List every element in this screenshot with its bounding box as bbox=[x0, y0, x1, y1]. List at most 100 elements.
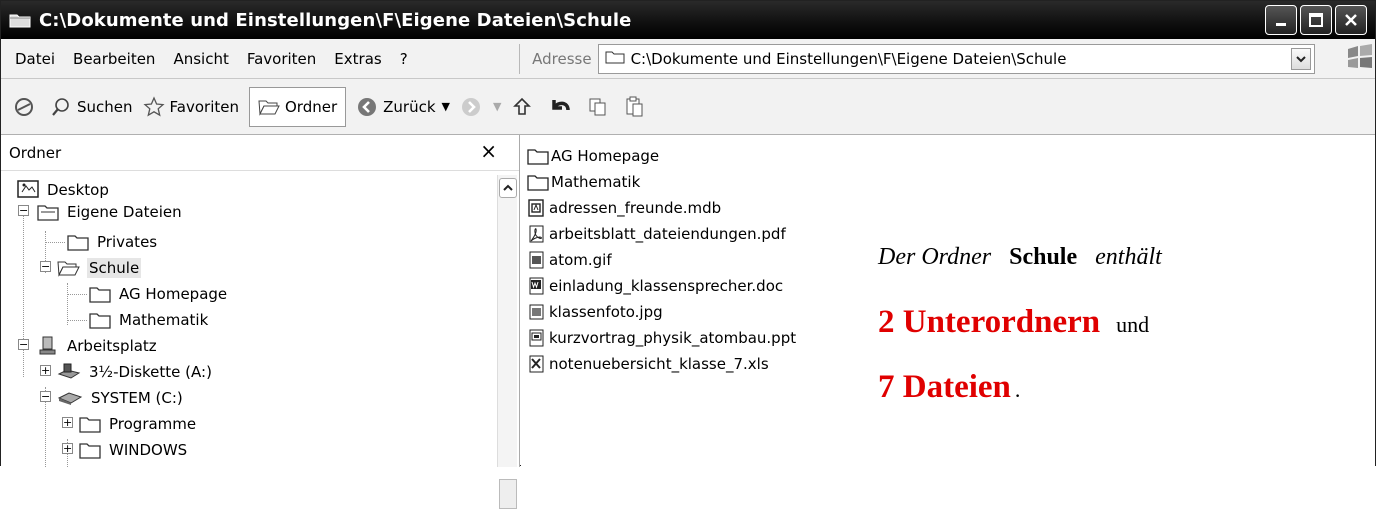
menu-ansicht[interactable]: Ansicht bbox=[164, 50, 237, 68]
tree-item-arbeitsplatz[interactable]: Arbeitsplatz bbox=[37, 333, 159, 359]
file-item[interactable]: notenuebersicht_klasse_7.xls bbox=[527, 351, 769, 377]
folder-pane-scrollbar[interactable] bbox=[497, 175, 517, 509]
tree-line bbox=[67, 283, 68, 325]
drive-icon bbox=[57, 390, 83, 406]
favorites-label: Favoriten bbox=[169, 97, 239, 116]
file-item[interactable]: adressen_freunde.mdb bbox=[527, 195, 721, 221]
annotation-file-count: 7 Dateien bbox=[878, 369, 1011, 405]
file-item[interactable]: AG Homepage bbox=[527, 143, 659, 169]
forward-button[interactable]: ▼ bbox=[460, 96, 501, 118]
windows-logo-icon bbox=[1345, 43, 1375, 74]
close-button[interactable] bbox=[1335, 5, 1367, 35]
tree-item-privates[interactable]: Privates bbox=[67, 229, 159, 255]
folder-icon bbox=[605, 49, 625, 69]
tree-item-system-drive[interactable]: SYSTEM (C:) bbox=[57, 385, 185, 411]
annotation-line-3: 7 Dateien . bbox=[878, 369, 1020, 406]
scroll-thumb[interactable] bbox=[499, 479, 517, 509]
collapse-toggle[interactable]: − bbox=[18, 339, 29, 350]
file-name: atom.gif bbox=[549, 251, 612, 269]
folders-button[interactable]: Ordner bbox=[248, 86, 347, 127]
tree-item-mathematik[interactable]: Mathematik bbox=[89, 307, 210, 333]
tree-line bbox=[45, 242, 65, 243]
annotation-text: Der Ordner bbox=[878, 244, 992, 270]
annotation-folder-name: Schule bbox=[1009, 244, 1078, 270]
tree-item-ag-homepage[interactable]: AG Homepage bbox=[89, 281, 229, 307]
file-list: AG Homepage Mathematik adressen_freunde.… bbox=[521, 135, 1375, 467]
tree-item-windows[interactable]: WINDOWS bbox=[79, 437, 189, 463]
globe-icon bbox=[15, 97, 33, 116]
tree-item-schule[interactable]: Schule bbox=[57, 255, 142, 281]
tree-item-label: SYSTEM (C:) bbox=[91, 389, 183, 407]
menu-extras[interactable]: Extras bbox=[325, 50, 390, 68]
file-item[interactable]: arbeitsblatt_dateiendungen.pdf bbox=[527, 221, 786, 247]
address-dropdown-button[interactable] bbox=[1291, 47, 1311, 70]
file-name: klassenfoto.jpg bbox=[549, 303, 663, 321]
folder-tree: Desktop − Eigene Dateien Privates − Schu… bbox=[1, 175, 496, 467]
back-button[interactable]: Zurück ▼ bbox=[356, 96, 450, 118]
file-item[interactable]: Mathematik bbox=[527, 169, 640, 195]
file-item[interactable]: klassenfoto.jpg bbox=[527, 299, 663, 325]
annotation-line-2: 2 Unterordnern und bbox=[878, 304, 1149, 341]
address-label: Adresse bbox=[532, 49, 592, 68]
chevron-up-icon bbox=[503, 184, 513, 191]
tree-item-eigene-dateien[interactable]: Eigene Dateien bbox=[37, 199, 184, 225]
powerpoint-file-icon bbox=[527, 328, 547, 348]
address-field[interactable]: C:\Dokumente und Einstellungen\F\Eigene … bbox=[597, 43, 1315, 74]
expand-toggle[interactable]: + bbox=[62, 443, 73, 454]
minimize-button[interactable] bbox=[1265, 5, 1297, 35]
tree-item-programme[interactable]: Programme bbox=[79, 411, 198, 437]
file-name: notenuebersicht_klasse_7.xls bbox=[549, 355, 769, 373]
folder-icon bbox=[79, 441, 101, 459]
forward-dropdown-icon[interactable]: ▼ bbox=[493, 100, 501, 113]
address-value: C:\Dokumente und Einstellungen\F\Eigene … bbox=[630, 49, 1067, 68]
tree-item-label: AG Homepage bbox=[119, 285, 228, 303]
folder-icon bbox=[527, 147, 549, 165]
tree-item-floppy[interactable]: 3½-Diskette (A:) bbox=[57, 359, 214, 385]
paste-button[interactable] bbox=[624, 96, 651, 118]
search-icon bbox=[52, 97, 69, 116]
folders-label: Ordner bbox=[284, 97, 338, 116]
collapse-toggle[interactable]: − bbox=[40, 391, 51, 402]
copy-button[interactable] bbox=[587, 96, 614, 118]
expand-toggle[interactable]: + bbox=[62, 417, 73, 428]
window-controls bbox=[1265, 5, 1367, 35]
folder-icon bbox=[67, 233, 89, 251]
menu-help[interactable]: ? bbox=[391, 50, 417, 68]
file-item[interactable]: kurzvortrag_physik_atombau.ppt bbox=[527, 325, 796, 351]
menu-bearbeiten[interactable]: Bearbeiten bbox=[64, 50, 164, 68]
toolbar-icon-button[interactable] bbox=[13, 96, 40, 118]
file-name: Mathematik bbox=[551, 173, 641, 191]
folder-pane-title: Ordner bbox=[9, 143, 62, 162]
window-title: C:\Dokumente und Einstellungen\F\Eigene … bbox=[39, 9, 632, 31]
tree-item-label: Arbeitsplatz bbox=[67, 337, 157, 355]
file-item[interactable]: atom.gif bbox=[527, 247, 612, 273]
folder-pane-close-icon[interactable]: × bbox=[480, 139, 497, 163]
explorer-window: C:\Dokumente und Einstellungen\F\Eigene … bbox=[0, 0, 1376, 509]
maximize-button[interactable] bbox=[1300, 5, 1332, 35]
menu-favoriten[interactable]: Favoriten bbox=[238, 50, 325, 68]
desktop-icon bbox=[17, 180, 39, 200]
tree-item-label: Mathematik bbox=[119, 311, 209, 329]
collapse-toggle[interactable]: − bbox=[40, 261, 51, 272]
title-bar[interactable]: C:\Dokumente und Einstellungen\F\Eigene … bbox=[1, 1, 1375, 39]
annotation-text: und bbox=[1116, 312, 1150, 337]
file-item[interactable]: einladung_klassensprecher.doc bbox=[527, 273, 783, 299]
annotation-text: . bbox=[1014, 377, 1021, 402]
expand-toggle[interactable]: + bbox=[40, 365, 51, 376]
image-file-icon bbox=[527, 250, 547, 270]
back-dropdown-icon[interactable]: ▼ bbox=[442, 100, 450, 113]
collapse-toggle[interactable]: − bbox=[18, 205, 29, 216]
scroll-up-button[interactable] bbox=[499, 178, 517, 198]
folder-pane-header: Ordner × bbox=[1, 135, 519, 171]
search-button[interactable]: Suchen bbox=[50, 96, 133, 118]
chevron-down-icon bbox=[1296, 55, 1306, 62]
tree-line bbox=[67, 294, 87, 295]
undo-button[interactable] bbox=[548, 96, 577, 118]
computer-icon bbox=[37, 336, 59, 356]
back-label: Zurück bbox=[383, 97, 436, 116]
menu-datei[interactable]: Datei bbox=[1, 50, 64, 68]
favorites-button[interactable]: Favoriten bbox=[142, 95, 239, 118]
up-folder-button[interactable] bbox=[511, 96, 538, 118]
forward-arrow-icon bbox=[461, 97, 480, 116]
file-name: AG Homepage bbox=[551, 147, 660, 165]
